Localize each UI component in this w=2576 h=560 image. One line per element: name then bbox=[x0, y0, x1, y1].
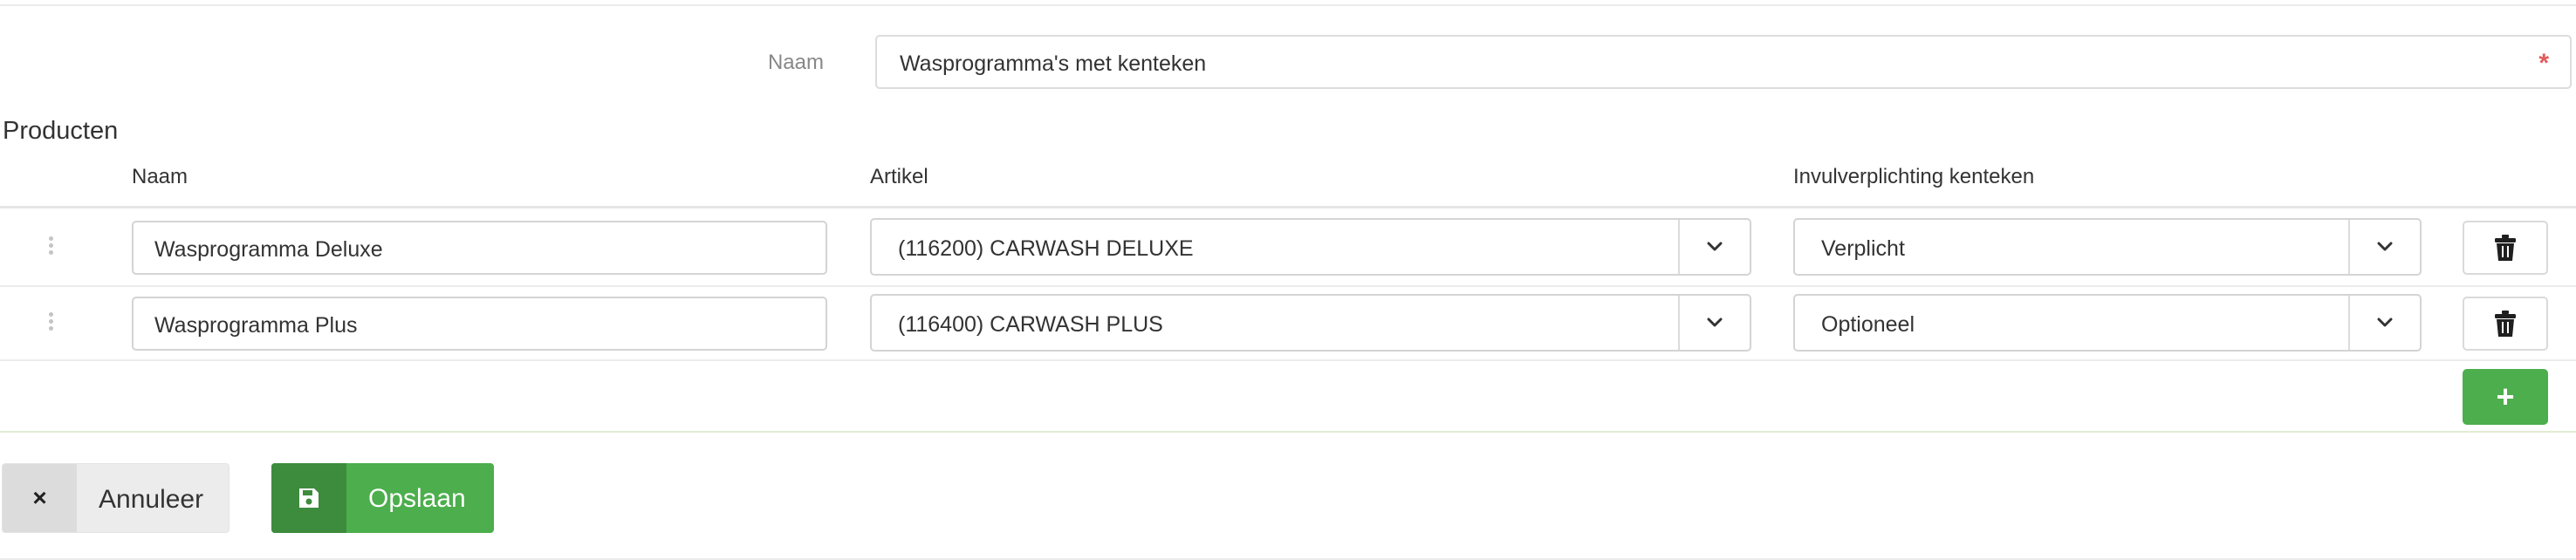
product-name-input[interactable]: Wasprogramma Plus bbox=[132, 297, 827, 351]
chevron-down-icon[interactable] bbox=[1678, 220, 1750, 274]
artikel-select-value: (116400) CARWASH PLUS bbox=[898, 312, 1163, 337]
product-name-value: Wasprogramma Plus bbox=[154, 313, 358, 338]
trash-icon bbox=[2495, 235, 2516, 261]
cancel-button[interactable]: × Annuleer bbox=[2, 463, 230, 533]
column-header-invulverplichting: Invulverplichting kenteken bbox=[1793, 165, 2035, 188]
products-section-title: Producten bbox=[3, 117, 119, 145]
name-input[interactable]: Wasprogramma's met kenteken * bbox=[875, 35, 2572, 89]
artikel-select-value: (116200) CARWASH DELUXE bbox=[898, 236, 1194, 261]
name-label: Naam bbox=[767, 51, 824, 74]
column-header-artikel: Artikel bbox=[870, 165, 928, 188]
product-name-input[interactable]: Wasprogramma Deluxe bbox=[132, 221, 827, 275]
header-divider bbox=[0, 206, 2576, 208]
save-button[interactable]: Opslaan bbox=[271, 463, 494, 533]
drag-handle-icon[interactable] bbox=[49, 312, 53, 333]
column-header-naam: Naam bbox=[132, 165, 188, 188]
invulverplichting-select[interactable]: Verplicht bbox=[1793, 218, 2422, 276]
invulverplichting-select-value: Optioneel bbox=[1821, 312, 1915, 337]
chevron-down-icon[interactable] bbox=[2348, 296, 2420, 350]
chevron-down-icon[interactable] bbox=[2348, 220, 2420, 274]
artikel-select[interactable]: (116400) CARWASH PLUS bbox=[870, 294, 1751, 352]
row-divider bbox=[0, 285, 2576, 287]
save-button-label: Opslaan bbox=[368, 484, 466, 513]
row-divider bbox=[0, 359, 2576, 361]
required-indicator: * bbox=[2538, 49, 2549, 78]
drag-handle-icon[interactable] bbox=[49, 236, 53, 257]
close-icon: × bbox=[3, 464, 77, 532]
chevron-down-icon[interactable] bbox=[1678, 296, 1750, 350]
name-input-value: Wasprogramma's met kenteken bbox=[900, 51, 1207, 76]
delete-row-button[interactable] bbox=[2463, 297, 2548, 351]
cancel-button-label: Annuleer bbox=[99, 485, 204, 514]
floppy-disk-icon bbox=[271, 463, 346, 533]
invulverplichting-select-value: Verplicht bbox=[1821, 236, 1905, 261]
artikel-select[interactable]: (116200) CARWASH DELUXE bbox=[870, 218, 1751, 276]
product-name-value: Wasprogramma Deluxe bbox=[154, 237, 383, 262]
trash-icon bbox=[2495, 311, 2516, 337]
delete-row-button[interactable] bbox=[2463, 221, 2548, 275]
invulverplichting-select[interactable]: Optioneel bbox=[1793, 294, 2422, 352]
add-row-button[interactable]: + bbox=[2463, 369, 2548, 425]
table-footer-divider bbox=[0, 431, 2576, 433]
top-divider bbox=[0, 4, 2576, 6]
